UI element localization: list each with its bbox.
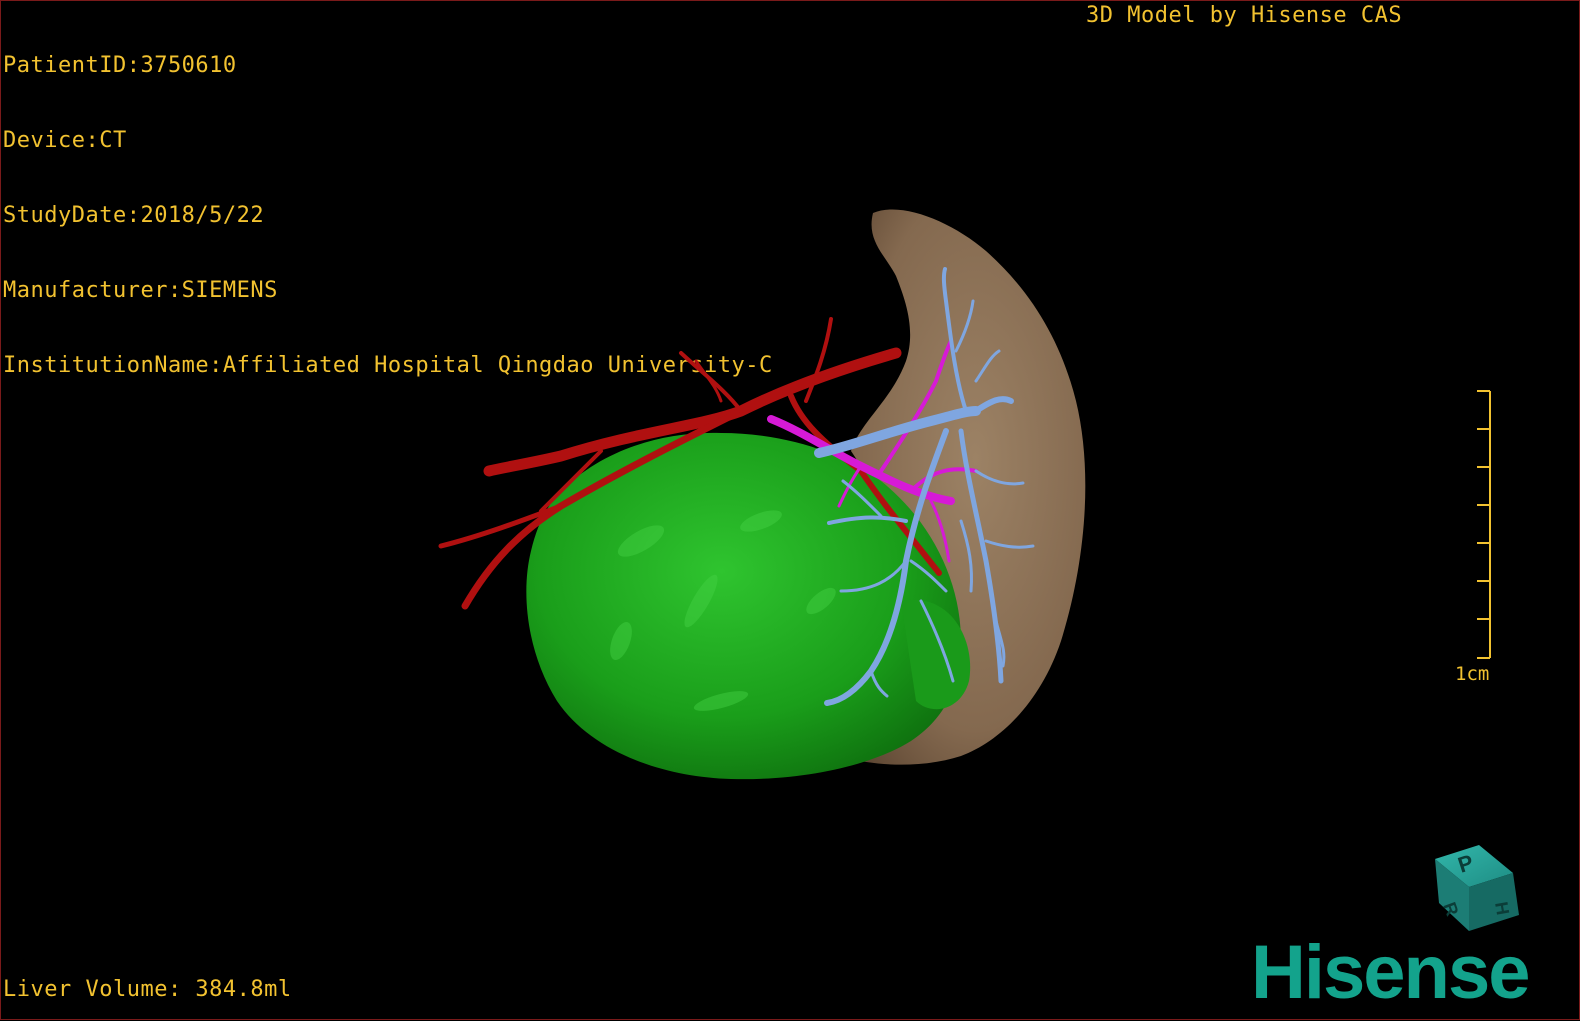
orientation-cube-icon[interactable]: P H R [1433, 843, 1525, 935]
hisense-logo: Hisense [1251, 930, 1530, 1015]
3d-viewport[interactable]: PatientID:3750610 Device:CT StudyDate:20… [0, 0, 1580, 1020]
anatomy-3d-model[interactable] [1, 1, 1580, 1021]
liver-volume-label: Liver Volume: 384.8ml [3, 977, 292, 1002]
scale-bar [1477, 390, 1491, 659]
scale-bar-label: 1cm [1455, 663, 1490, 685]
